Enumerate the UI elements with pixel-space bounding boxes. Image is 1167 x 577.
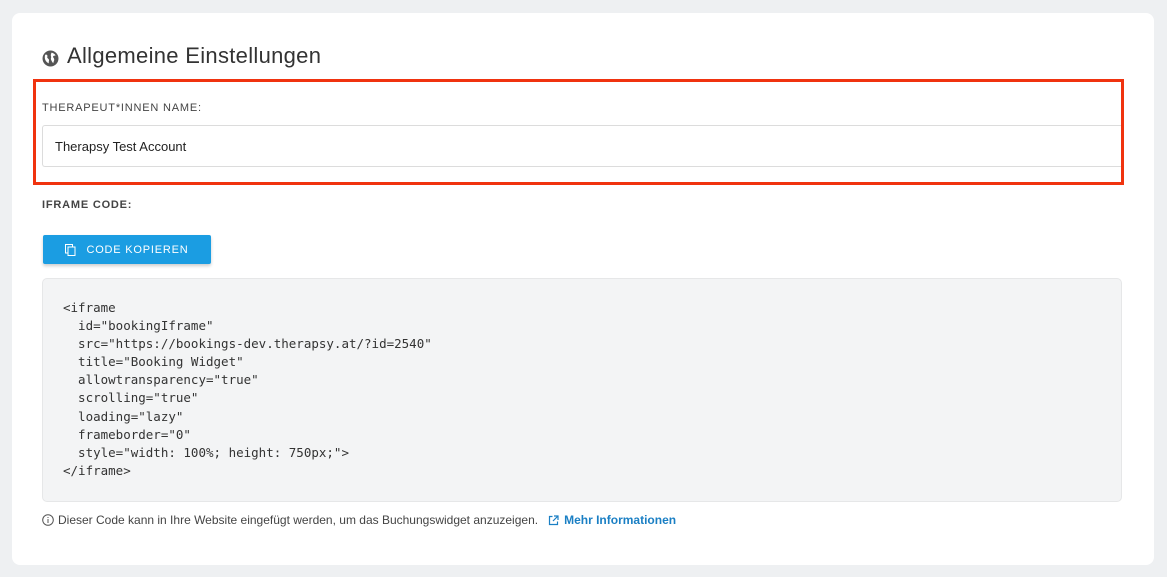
copy-code-button[interactable]: CODE KOPIEREN: [43, 235, 211, 264]
settings-card: Allgemeine Einstellungen THERAPEUT*INNEN…: [12, 13, 1154, 565]
more-info-label: Mehr Informationen: [564, 513, 677, 527]
therapist-name-label: THERAPEUT*INNEN NAME:: [42, 102, 202, 114]
therapist-name-input[interactable]: [42, 125, 1121, 167]
iframe-code-block: <iframe id="bookingIframe" src="https://…: [42, 278, 1122, 502]
info-row: Dieser Code kann in Ihre Website eingefü…: [42, 513, 676, 527]
info-icon: [42, 514, 54, 526]
copy-icon: [65, 243, 76, 256]
section-header: Allgemeine Einstellungen: [42, 43, 321, 69]
globe-icon: [42, 50, 59, 66]
external-link-icon: [548, 514, 559, 525]
copy-button-label: CODE KOPIEREN: [86, 243, 189, 256]
section-title: Allgemeine Einstellungen: [67, 43, 322, 68]
iframe-code-label: IFRAME CODE:: [42, 199, 133, 211]
more-info-link[interactable]: Mehr Informationen: [548, 513, 676, 527]
info-text: Dieser Code kann in Ihre Website eingefü…: [58, 513, 539, 527]
iframe-code-text: <iframe id="bookingIframe" src="https://…: [63, 300, 432, 478]
